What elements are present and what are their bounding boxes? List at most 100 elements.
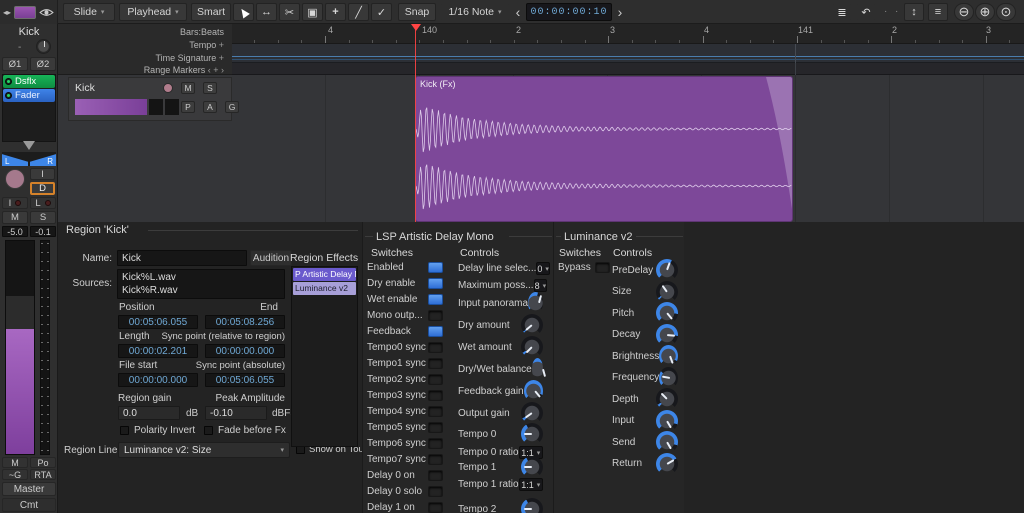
track-canvas[interactable]: Kick M S P A G Kick (Fx) bbox=[58, 75, 1024, 222]
smart-mode-button[interactable]: Smart bbox=[191, 3, 231, 21]
track-height-button[interactable]: ≡ bbox=[928, 3, 948, 21]
sync-abs-clock[interactable]: 00:05:06.055 bbox=[205, 373, 285, 387]
grid-unit-dropdown[interactable]: 1/16 Note ▾ bbox=[440, 3, 510, 21]
toggle-switch[interactable] bbox=[428, 470, 443, 481]
position-clock[interactable]: 00:05:06.055 bbox=[118, 315, 198, 329]
ruler-row-bars-beats[interactable]: Bars:Beats bbox=[180, 27, 224, 37]
object-mode-button[interactable]: ▣ bbox=[302, 3, 323, 21]
knob[interactable] bbox=[656, 302, 678, 324]
knob[interactable] bbox=[521, 336, 543, 358]
processor-led[interactable] bbox=[5, 78, 12, 85]
knob[interactable] bbox=[656, 431, 678, 453]
undo-visual-button[interactable]: ↶ bbox=[856, 3, 876, 21]
track-solo-button[interactable]: S bbox=[203, 82, 217, 94]
ruler-row-tempo[interactable]: Tempo + bbox=[189, 40, 224, 50]
processor-fader[interactable]: Fader bbox=[3, 89, 55, 102]
pan-left[interactable]: L bbox=[2, 152, 28, 166]
knob[interactable] bbox=[656, 410, 678, 432]
gain-fader[interactable] bbox=[5, 240, 35, 455]
automation-button[interactable]: A bbox=[203, 101, 217, 113]
nudge-forward-button[interactable]: › bbox=[614, 2, 626, 22]
length-clock[interactable]: 00:00:02.201 bbox=[118, 344, 198, 358]
add-meter-button[interactable]: + bbox=[219, 53, 224, 63]
input-led-button[interactable]: I bbox=[2, 197, 28, 209]
record-enable-button[interactable] bbox=[5, 169, 25, 189]
add-tempo-button[interactable]: + bbox=[219, 40, 224, 50]
processor-dsflx[interactable]: Dsflx bbox=[3, 75, 55, 88]
group-button[interactable]: G bbox=[225, 101, 239, 113]
toggle-switch[interactable] bbox=[428, 502, 443, 513]
vertical-zoom-button[interactable]: ↕ bbox=[904, 3, 924, 21]
track-mute-button[interactable]: M bbox=[181, 82, 195, 94]
knob[interactable] bbox=[656, 388, 678, 410]
knob[interactable] bbox=[659, 345, 678, 367]
shrink-strip-icon[interactable]: ◂▸ bbox=[3, 8, 11, 17]
tempo-ruler[interactable] bbox=[232, 44, 1024, 63]
knob[interactable] bbox=[656, 281, 678, 303]
toggle-switch[interactable] bbox=[428, 454, 443, 465]
range-marker-buttons[interactable]: ‹ + › bbox=[208, 65, 224, 75]
phase2-button[interactable]: Ø2 bbox=[30, 57, 56, 71]
track-name-label[interactable]: Kick bbox=[75, 82, 95, 94]
edit-mode-dropdown[interactable]: Slide ▾ bbox=[63, 3, 115, 21]
playhead-marker[interactable] bbox=[411, 24, 421, 31]
bars-beats-ruler[interactable]: 414023414123 bbox=[232, 24, 1024, 44]
edit-point-dropdown[interactable]: Playhead ▾ bbox=[119, 3, 187, 21]
record-arm-button[interactable] bbox=[163, 83, 173, 93]
ruler-row-time-signature[interactable]: Time Signature + bbox=[156, 53, 224, 63]
draw-mode-button[interactable]: ╱ bbox=[348, 3, 369, 21]
zoom-out-button[interactable]: ⊖ bbox=[954, 3, 974, 21]
mini-select[interactable]: 1:1 ▾ bbox=[519, 478, 543, 491]
toggle-switch[interactable] bbox=[428, 310, 443, 321]
ruler-row-range-markers[interactable]: Range Markers ‹ + › bbox=[144, 65, 224, 75]
zoom-fit-button[interactable]: ⊙ bbox=[996, 3, 1016, 21]
mini-select[interactable]: 0 ▾ bbox=[536, 262, 550, 275]
sync-rel-clock[interactable]: 00:00:00.000 bbox=[205, 344, 285, 358]
knob[interactable] bbox=[532, 358, 543, 380]
knob[interactable] bbox=[656, 453, 678, 475]
toggle-switch[interactable] bbox=[428, 438, 443, 449]
lock-led-button[interactable]: L bbox=[30, 197, 56, 209]
audio-region[interactable]: Kick (Fx) bbox=[415, 76, 793, 222]
knob[interactable] bbox=[659, 367, 678, 389]
gain-display[interactable]: -5.0 bbox=[2, 226, 28, 237]
region-effects-list[interactable]: P Artistic Delay MoLuminance v2 bbox=[291, 266, 358, 447]
toggle-switch[interactable] bbox=[428, 422, 443, 433]
edit-internal-mode-button[interactable]: ✓ bbox=[371, 3, 392, 21]
toggle-switch[interactable] bbox=[428, 342, 443, 353]
toggle-switch[interactable] bbox=[428, 374, 443, 385]
knob[interactable] bbox=[656, 259, 678, 281]
peak-display[interactable]: -0.1 bbox=[30, 226, 56, 237]
pan-right[interactable]: R bbox=[30, 152, 56, 166]
playlist-button[interactable]: P bbox=[181, 101, 195, 113]
knob[interactable] bbox=[521, 456, 543, 478]
knob[interactable] bbox=[521, 423, 543, 445]
region-effect-item[interactable]: Luminance v2 bbox=[293, 282, 356, 295]
toggle-switch[interactable] bbox=[428, 294, 443, 305]
mute-button[interactable]: M bbox=[2, 211, 28, 224]
rta-button[interactable]: RTA bbox=[30, 469, 56, 480]
visibility-eye-icon[interactable] bbox=[39, 7, 54, 18]
fader-handle-icon[interactable] bbox=[23, 141, 35, 150]
end-clock[interactable]: 00:05:08.256 bbox=[205, 315, 285, 329]
region-gain-input[interactable]: 0.0 bbox=[118, 406, 180, 420]
toggle-switch[interactable] bbox=[428, 278, 443, 289]
nudge-backward-button[interactable]: ‹ bbox=[512, 2, 524, 22]
knob[interactable] bbox=[521, 402, 543, 424]
secondary-clock[interactable]: 00:00:00:10 bbox=[526, 3, 612, 21]
knob[interactable] bbox=[528, 292, 543, 314]
panner[interactable]: L R bbox=[2, 152, 56, 166]
region-name-input[interactable]: Kick bbox=[117, 250, 247, 266]
knob[interactable] bbox=[521, 314, 543, 336]
track-header[interactable]: Kick M S P A G bbox=[68, 77, 232, 121]
comments-button[interactable]: Cmt bbox=[2, 498, 56, 512]
toggle-switch[interactable] bbox=[428, 486, 443, 497]
shrink-tracks-button[interactable]: ≣ bbox=[832, 3, 852, 21]
knob[interactable] bbox=[656, 324, 678, 346]
strip-track-name[interactable]: Kick bbox=[0, 26, 58, 38]
timefx-mode-button[interactable]: + bbox=[325, 3, 346, 21]
meter-point-m-button[interactable]: M bbox=[2, 457, 28, 468]
fade-before-fx-checkbox[interactable] bbox=[204, 426, 213, 435]
grab-mode-button[interactable] bbox=[233, 3, 254, 21]
region-line-dropdown[interactable]: Luminance v2: Size ▾ bbox=[118, 442, 290, 458]
